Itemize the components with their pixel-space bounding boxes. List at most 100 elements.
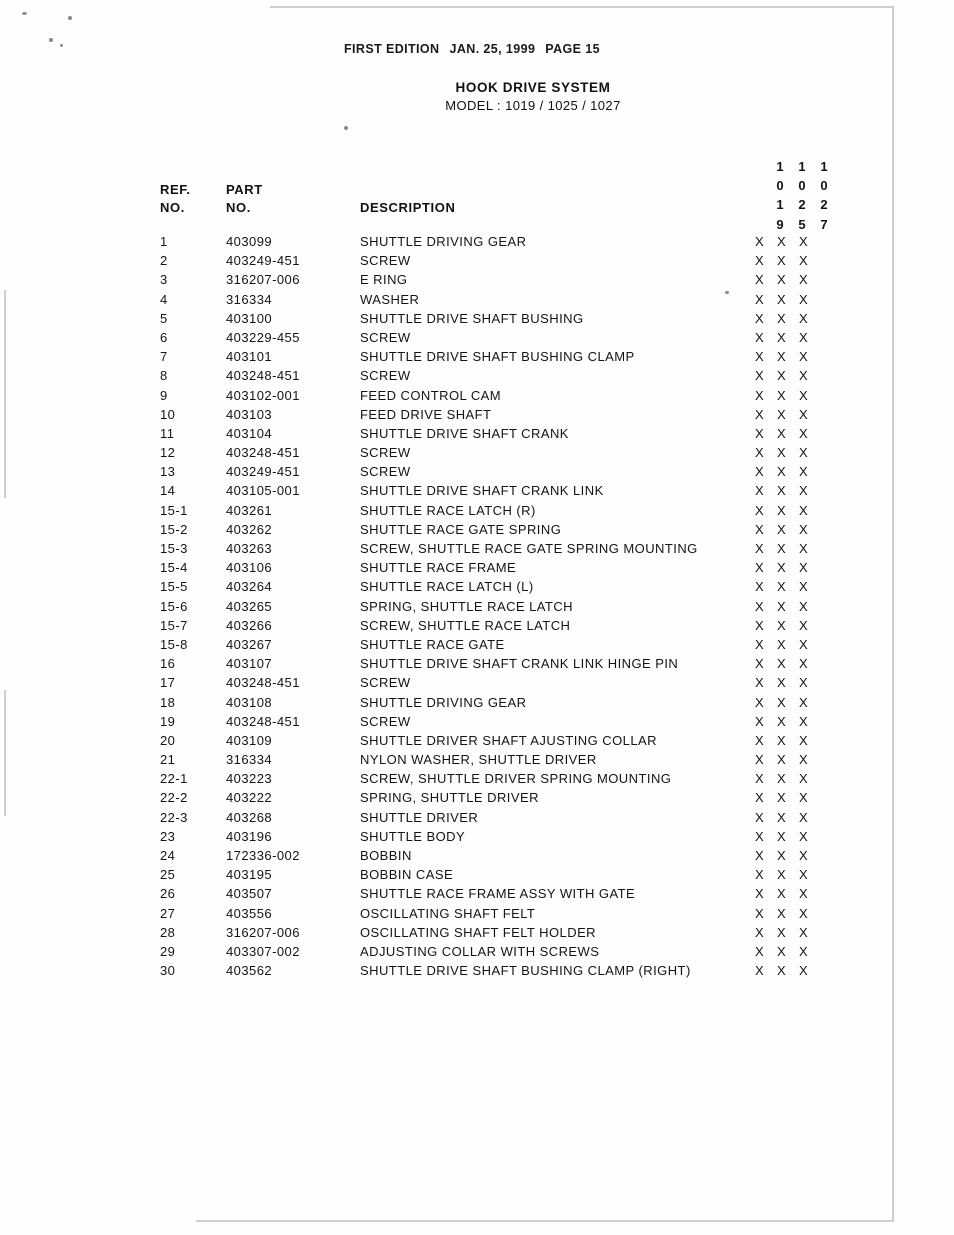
table-row: 27 403556 OSCILLATING SHAFT FELT X X X <box>0 906 954 925</box>
cell-model-marks: XXX <box>755 944 821 959</box>
cell-model-marks: XXX <box>755 829 821 844</box>
model-mark: X <box>799 502 809 518</box>
model-mark: X <box>777 732 787 748</box>
model-mark: X <box>755 349 765 365</box>
cell-part-no: 403108 <box>226 694 273 710</box>
cell-description: SHUTTLE RACE GATE SPRING <box>360 521 562 537</box>
table-row: 15-1 403261 SHUTTLE RACE LATCH (R) X X X <box>0 503 954 522</box>
cell-model-marks: XXX <box>755 848 821 863</box>
model-digit: 7 <box>820 216 829 232</box>
cell-ref-no: 26 <box>160 886 176 902</box>
cell-model-marks: XXX <box>755 695 821 710</box>
model-mark: X <box>755 521 765 537</box>
model-mark: X <box>777 329 787 345</box>
cell-description: WASHER <box>360 291 420 307</box>
table-row: 15-8 403267 SHUTTLE RACE GATE X X X <box>0 637 954 656</box>
cell-description: SHUTTLE RACE FRAME ASSY WITH GATE <box>360 886 636 902</box>
cell-part-no: 403248-451 <box>226 368 300 384</box>
cell-ref-no: 16 <box>160 656 176 672</box>
table-row: 13 403249-451 SCREW X X X <box>0 464 954 483</box>
model-mark: X <box>777 291 787 307</box>
table-row: 22-1 403223 SCREW, SHUTTLE DRIVER SPRING M… <box>0 771 954 790</box>
model-mark: X <box>777 541 787 556</box>
model-mark: X <box>799 598 809 614</box>
cell-model-marks: XXX <box>755 810 821 825</box>
model-mark: X <box>799 790 809 806</box>
cell-ref-no: 12 <box>160 445 176 461</box>
document-header: FIRST EDITION JAN. 25, 1999 PAGE 15 <box>0 42 954 56</box>
model-mark: X <box>799 272 809 288</box>
cell-description: SHUTTLE DRIVING GEAR <box>360 694 527 710</box>
model-mark: X <box>777 234 787 249</box>
cell-description: SHUTTLE RACE GATE <box>360 636 505 652</box>
table-row: 30 403562 SHUTTLE DRIVE SHAFT BUSHING CLAM… <box>0 963 954 982</box>
cell-ref-no: 7 <box>160 349 168 365</box>
table-row: 11 403104 SHUTTLE DRIVE SHAFT CRANK X X X <box>0 426 954 445</box>
model-mark: X <box>755 809 765 825</box>
table-row: 9 403102-001 FEED CONTROL CAM X X X <box>0 388 954 407</box>
model-mark: X <box>799 713 809 729</box>
model-mark: X <box>777 387 787 403</box>
table-row: 16 403107 SHUTTLE DRIVE SHAFT CRANK LINK H… <box>0 656 954 675</box>
cell-part-no: 403267 <box>226 636 273 652</box>
model-mark: X <box>755 905 765 921</box>
model-mark: X <box>799 963 809 979</box>
cell-description: FEED DRIVE SHAFT <box>360 406 492 422</box>
cell-ref-no: 6 <box>160 329 168 345</box>
cell-ref-no: 14 <box>160 483 176 499</box>
cell-part-no: 403103 <box>226 406 273 422</box>
cell-model-marks: XXX <box>755 503 821 518</box>
cell-description: NYLON WASHER, SHUTTLE DRIVER <box>360 752 597 768</box>
model-mark: X <box>777 905 787 921</box>
cell-part-no: 403248-451 <box>226 675 300 691</box>
cell-ref-no: 28 <box>160 924 176 940</box>
model-mark: X <box>777 656 787 672</box>
model-mark: X <box>777 771 787 787</box>
model-mark: X <box>777 464 787 480</box>
cell-ref-no: 2 <box>160 253 168 269</box>
model-mark: X <box>777 617 787 633</box>
cell-ref-no: 25 <box>160 867 176 883</box>
model-mark: X <box>755 732 765 748</box>
cell-part-no: 403562 <box>226 963 273 979</box>
cell-part-no: 403100 <box>226 310 273 326</box>
cell-description: SPRING, SHUTTLE DRIVER <box>360 790 539 806</box>
model-mark: X <box>777 809 787 825</box>
cell-ref-no: 15-3 <box>160 541 188 556</box>
model-mark: X <box>799 579 809 595</box>
table-row: 14 403105-001 SHUTTLE DRIVE SHAFT CRANK LI… <box>0 483 954 502</box>
cell-part-no: 403229-455 <box>226 329 300 345</box>
table-row: 1 403099 SHUTTLE DRIVING GEAR X X X <box>0 234 954 253</box>
table-row: 28 316207-006 OSCILLATING SHAFT FELT HOLDE… <box>0 925 954 944</box>
column-header-description: DESCRIPTION <box>360 200 456 215</box>
column-header-part-line1: PART <box>226 182 263 197</box>
model-mark: X <box>799 636 809 652</box>
model-digit-row: 000 <box>752 159 842 193</box>
cell-model-marks: XXX <box>755 637 821 652</box>
model-mark: X <box>799 234 809 249</box>
cell-description: SHUTTLE DRIVE SHAFT BUSHING CLAMP <box>360 349 635 365</box>
table-row: 15-6 403265 SPRING, SHUTTLE RACE LATCH X X X <box>0 599 954 618</box>
cell-model-marks: XXX <box>755 349 821 364</box>
cell-part-no: 316334 <box>226 291 273 307</box>
cell-description: SHUTTLE DRIVE SHAFT BUSHING <box>360 310 584 326</box>
cell-model-marks: XXX <box>755 234 821 249</box>
model-mark: X <box>799 867 809 883</box>
table-row: 22-2 403222 SPRING, SHUTTLE DRIVER X X X <box>0 790 954 809</box>
cell-description: ADJUSTING COLLAR WITH SCREWS <box>360 943 600 959</box>
model-mark: X <box>777 272 787 288</box>
model-mark: X <box>755 329 765 345</box>
model-mark: X <box>755 963 765 979</box>
model-mark: X <box>777 943 787 959</box>
table-row: 15-4 403106 SHUTTLE RACE FRAME X X X <box>0 560 954 579</box>
model-mark: X <box>799 771 809 787</box>
cell-model-marks: XXX <box>755 388 821 403</box>
model-mark: X <box>777 963 787 979</box>
cell-model-marks: XXX <box>755 445 821 460</box>
model-mark: X <box>755 848 765 863</box>
cell-part-no: 403106 <box>226 560 273 576</box>
model-mark: X <box>799 253 809 269</box>
column-header-ref-line1: REF. <box>160 182 191 197</box>
cell-part-no: 403263 <box>226 541 273 556</box>
cell-description: SCREW <box>360 329 411 345</box>
